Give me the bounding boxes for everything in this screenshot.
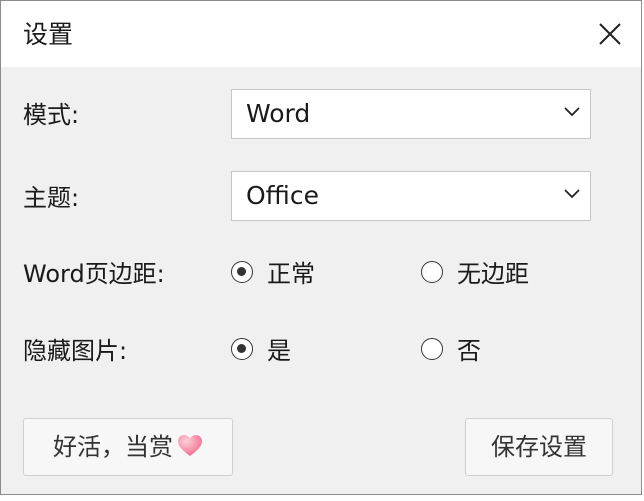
hide-images-yes-radio[interactable]: 是: [231, 335, 311, 367]
radio-unchecked-icon: [421, 338, 443, 360]
close-button[interactable]: [579, 1, 641, 67]
margin-normal-radio[interactable]: 正常: [231, 258, 341, 290]
hide-images-no-radio[interactable]: 否: [421, 335, 501, 367]
hide-images-yes-label: 是: [267, 337, 291, 365]
settings-dialog: 设置 模式: Word 主题: Office Word页边距: 正常 无边距 隐…: [0, 0, 642, 495]
reward-button-label: 好活，当赏: [53, 433, 173, 461]
radio-unchecked-icon: [421, 261, 443, 283]
radio-checked-icon: [231, 338, 253, 360]
mode-select[interactable]: Word: [231, 89, 591, 139]
heart-icon: [178, 435, 202, 456]
mode-select-value: Word: [246, 99, 311, 128]
hide-images-no-label: 否: [457, 337, 481, 365]
radio-checked-icon: [231, 261, 253, 283]
margin-none-label: 无边距: [457, 260, 529, 288]
theme-select[interactable]: Office: [231, 171, 591, 221]
hide-images-label: 隐藏图片:: [23, 337, 128, 365]
save-settings-button[interactable]: 保存设置: [465, 418, 613, 476]
reward-button[interactable]: 好活，当赏: [23, 418, 233, 476]
margin-none-radio[interactable]: 无边距: [421, 258, 551, 290]
chevron-down-icon: [564, 189, 580, 199]
save-settings-label: 保存设置: [491, 433, 587, 461]
close-icon: [599, 23, 621, 45]
margin-label: Word页边距:: [23, 260, 165, 288]
theme-select-value: Office: [246, 181, 319, 210]
dialog-title: 设置: [23, 20, 74, 49]
title-bar: 设置: [1, 1, 641, 67]
mode-label: 模式:: [23, 101, 80, 129]
margin-normal-label: 正常: [267, 260, 315, 288]
theme-label: 主题:: [23, 184, 80, 212]
chevron-down-icon: [564, 107, 580, 117]
